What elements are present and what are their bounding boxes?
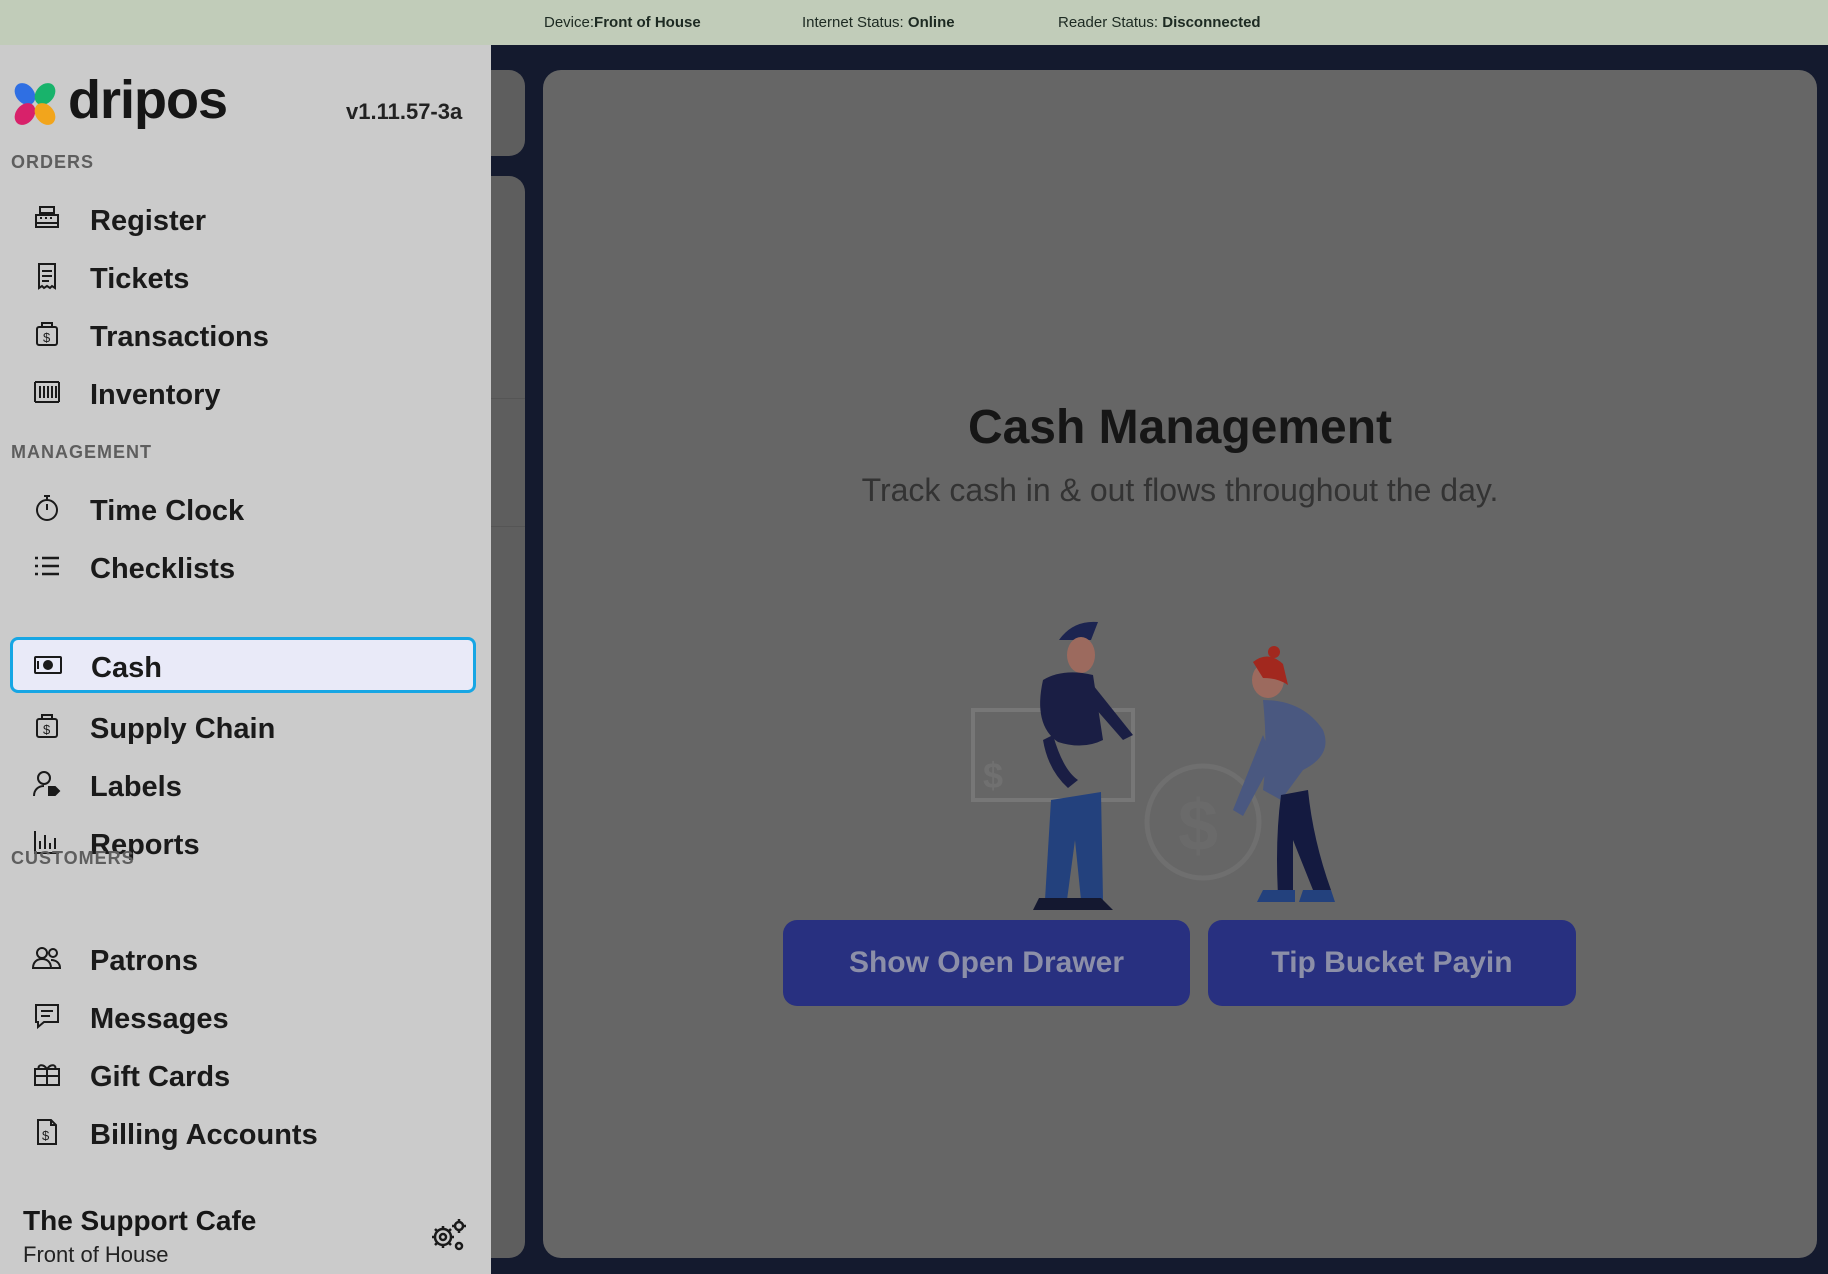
sidebar-item-billing-accounts[interactable]: $ Billing Accounts — [10, 1105, 476, 1161]
internet-status-label: Internet Status: — [802, 14, 908, 31]
stopwatch-icon — [32, 493, 62, 523]
reader-status: Reader Status: Disconnected — [1058, 14, 1261, 31]
invoice-icon: $ — [32, 1117, 62, 1147]
message-icon — [32, 1001, 62, 1031]
sidebar-item-messages[interactable]: Messages — [10, 989, 476, 1045]
sidebar-item-label: Messages — [90, 1003, 229, 1035]
sidebar-item-label: Supply Chain — [90, 713, 276, 745]
device-status: Device:Front of House — [544, 14, 701, 31]
sidebar-item-labels[interactable]: Labels — [10, 757, 476, 813]
barcode-icon — [32, 377, 62, 407]
sidebar-item-transactions[interactable]: $ Transactions — [10, 307, 476, 363]
list-icon — [32, 551, 62, 581]
cash-management-panel: Cash Management Track cash in & out flow… — [543, 70, 1817, 1258]
cash-exchange-illustration: $ $ — [971, 621, 1335, 910]
sidebar-item-label: Gift Cards — [90, 1061, 231, 1093]
sidebar-item-label: Inventory — [90, 379, 221, 411]
svg-text:$: $ — [983, 755, 1003, 796]
gift-icon — [32, 1059, 62, 1089]
section-orders: ORDERS — [11, 152, 95, 172]
dollar-bag-icon: $ — [32, 711, 62, 741]
section-management: MANAGEMENT — [11, 442, 152, 462]
sidebar: dripos v1.11.57-3a ORDERS Register Ticke… — [0, 45, 491, 1274]
show-open-drawer-button[interactable]: Show Open Drawer — [783, 920, 1190, 1006]
sidebar-item-label: Patrons — [90, 945, 198, 977]
sidebar-item-inventory[interactable]: Inventory — [10, 365, 476, 421]
svg-text:$: $ — [43, 330, 51, 345]
gears-icon[interactable] — [428, 1215, 468, 1255]
sidebar-item-gift-cards[interactable]: Gift Cards — [10, 1047, 476, 1103]
sidebar-item-label: Time Clock — [90, 495, 245, 527]
sidebar-item-label: Billing Accounts — [90, 1119, 318, 1151]
sidebar-item-label: Checklists — [90, 553, 236, 585]
store-name: The Support Cafe — [23, 1205, 257, 1236]
dollar-bag-icon: $ — [32, 319, 62, 349]
device-status-label: Device: — [544, 14, 595, 31]
dripos-logo: dripos — [12, 70, 242, 131]
reader-status-label: Reader Status: — [1058, 14, 1163, 31]
sidebar-item-label: Cash — [91, 652, 162, 684]
store-location: Front of House — [23, 1242, 169, 1267]
app-version: v1.11.57-3a — [346, 99, 463, 124]
svg-text:$: $ — [43, 722, 51, 737]
reader-status-value: Disconnected — [1162, 14, 1261, 31]
user-tag-icon — [32, 769, 62, 799]
tip-bucket-payin-button[interactable]: Tip Bucket Payin — [1208, 920, 1576, 1006]
page-title: Cash Management — [967, 401, 1393, 454]
internet-status: Internet Status: Online — [802, 14, 955, 31]
sidebar-item-label: Labels — [90, 771, 182, 803]
sidebar-item-cash[interactable]: Cash — [10, 637, 476, 693]
dripos-logo-icon — [14, 83, 56, 125]
sidebar-item-tickets[interactable]: Tickets — [10, 249, 476, 305]
banknote-icon — [33, 650, 63, 680]
sidebar-item-label: Tickets — [90, 263, 190, 295]
status-bar: Device:Front of House Internet Status: O… — [0, 0, 1828, 45]
brand-name: dripos — [68, 70, 228, 130]
sidebar-item-patrons[interactable]: Patrons — [10, 931, 476, 987]
svg-text:$: $ — [42, 1128, 50, 1143]
sidebar-item-time-clock[interactable]: Time Clock — [10, 481, 476, 537]
divider — [490, 398, 525, 399]
svg-text:$: $ — [1178, 786, 1218, 866]
users-icon — [31, 943, 62, 973]
cash-register-icon — [32, 203, 62, 233]
device-status-value: Front of House — [594, 14, 701, 31]
page-subtitle: Track cash in & out flows throughout the… — [861, 472, 1499, 508]
sidebar-item-label: Register — [90, 205, 207, 237]
internet-status-value: Online — [907, 14, 955, 31]
sidebar-item-label: Transactions — [90, 321, 269, 353]
sidebar-item-supply-chain[interactable]: $ Supply Chain — [10, 699, 476, 755]
section-customers: CUSTOMERS — [11, 848, 135, 868]
sidebar-item-checklists[interactable]: Checklists — [10, 539, 476, 595]
divider — [490, 526, 525, 527]
sidebar-item-register[interactable]: Register — [10, 191, 476, 247]
receipt-icon — [32, 261, 62, 291]
